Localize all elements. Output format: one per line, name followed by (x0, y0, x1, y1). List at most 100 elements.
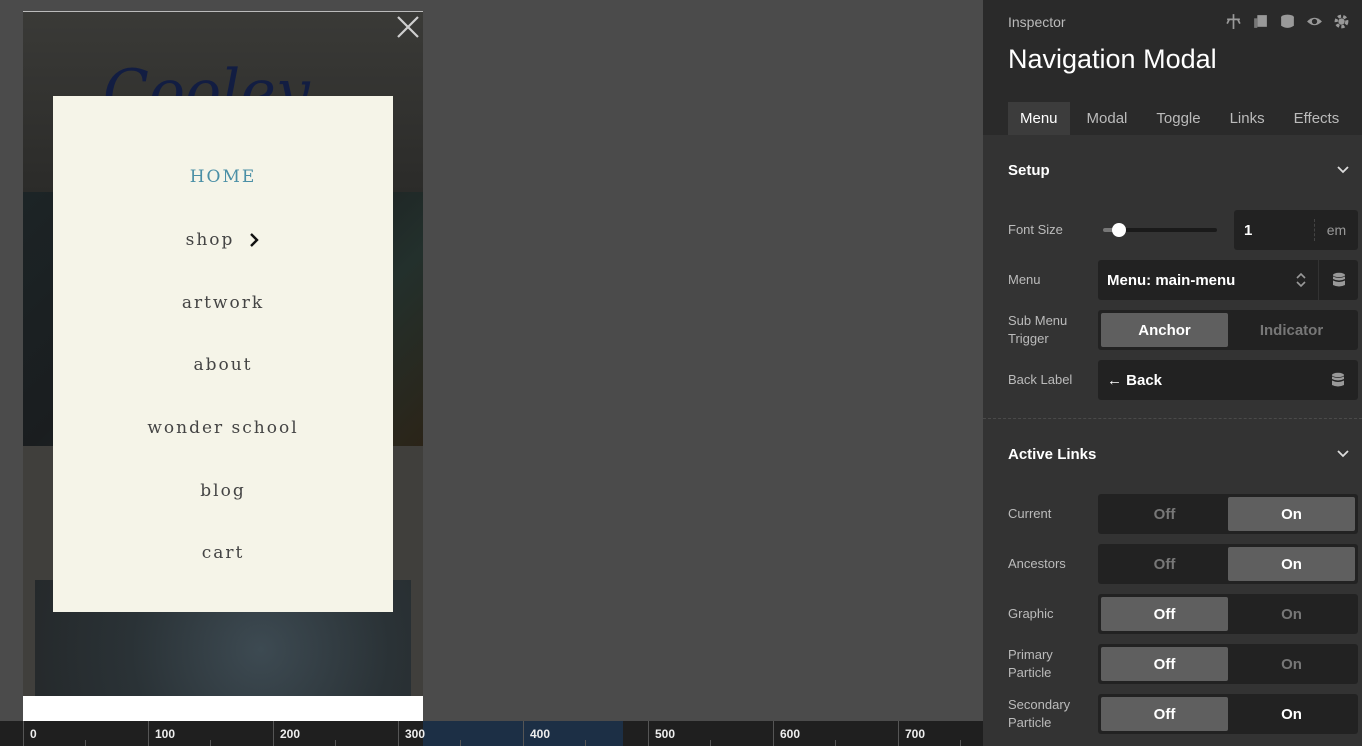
ruler-minor-tick (960, 740, 961, 746)
ruler-minor-tick (710, 740, 711, 746)
up-down-chevron-icon (1296, 272, 1306, 288)
back-label-value: ← Back (1107, 371, 1163, 389)
active-links-heading: Active Links (1008, 445, 1097, 463)
navigation-modal: HOME shop artwork about wonder school blog car… (53, 96, 393, 612)
ruler-label: 0 (30, 727, 37, 741)
font-size-label: Font Size (1008, 222, 1063, 237)
ancestors-on-option[interactable]: On (1228, 547, 1355, 581)
menu-select[interactable]: Menu: main-menu (1098, 260, 1358, 300)
ruler-major-tick (23, 721, 24, 746)
setup-section: Setup Font Size 1 em Menu Menu: main-men… (983, 135, 1362, 419)
ruler-label: 700 (905, 727, 926, 741)
menu-item-label: cart (201, 543, 245, 564)
ruler-major-tick (898, 721, 899, 746)
ruler-minor-tick (210, 740, 211, 746)
current-row: Current Off On (983, 489, 1362, 539)
menu-item-cart[interactable]: cart (53, 522, 393, 585)
tab-modal[interactable]: Modal (1075, 102, 1140, 135)
inspector-panel: Inspector Navigation Modal Menu Modal Togg… (983, 0, 1362, 746)
back-label-input[interactable]: ← Back (1098, 360, 1358, 400)
primary-particle-off-option[interactable]: Off (1101, 647, 1228, 681)
current-label: Current (1008, 506, 1052, 521)
modal-close-button[interactable] (393, 12, 423, 42)
tab-links[interactable]: Links (1218, 102, 1277, 135)
chevron-down-icon (1337, 166, 1349, 174)
builder-canvas: Cooley HOME shop artwork about wonder school… (0, 0, 983, 721)
ancestors-off-option[interactable]: Off (1101, 547, 1228, 581)
back-label-row: Back Label ← Back (983, 355, 1362, 405)
tab-effects[interactable]: Effects (1282, 102, 1352, 135)
current-on-option[interactable]: On (1228, 497, 1355, 531)
ruler-major-tick (773, 721, 774, 746)
database-icon[interactable] (1279, 13, 1296, 30)
back-label-dynamic-data-button[interactable] (1318, 372, 1358, 388)
ruler-minor-tick (460, 740, 461, 746)
setup-section-header[interactable]: Setup (983, 135, 1362, 205)
canvas-ruler[interactable]: 0 100 200 300 400 500 600 700 (0, 721, 983, 746)
mobile-preview: Cooley HOME shop artwork about wonder school… (23, 11, 423, 721)
inspector-toolbar (1225, 13, 1350, 30)
menu-item-artwork[interactable]: artwork (53, 271, 393, 334)
ruler-major-tick (148, 721, 149, 746)
graphic-off-option[interactable]: Off (1101, 597, 1228, 631)
graphic-label: Graphic (1008, 606, 1054, 621)
chevron-right-icon[interactable] (248, 232, 260, 248)
primary-particle-on-option[interactable]: On (1228, 647, 1355, 681)
font-size-unit[interactable]: em (1314, 219, 1358, 241)
menu-dynamic-data-button[interactable] (1318, 260, 1358, 300)
preview-footer-strip (23, 696, 423, 721)
secondary-particle-label: Secondary Particle (1008, 697, 1071, 730)
database-icon (1332, 372, 1344, 387)
secondary-particle-on-option[interactable]: On (1228, 697, 1355, 731)
active-links-section-header[interactable]: Active Links (983, 419, 1362, 489)
secondary-particle-row: Secondary Particle Off On (983, 689, 1362, 739)
tab-toggle[interactable]: Toggle (1144, 102, 1212, 135)
sub-menu-trigger-row: Sub Menu Trigger Anchor Indicator (983, 305, 1362, 355)
gear-icon[interactable] (1333, 13, 1350, 30)
menu-item-wonder-school[interactable]: wonder school (53, 397, 393, 460)
font-size-row: Font Size 1 em (983, 205, 1362, 255)
current-off-option[interactable]: Off (1101, 497, 1228, 531)
copy-icon[interactable] (1252, 13, 1269, 30)
active-links-rows: Current Off On Ancestors Off On Graphic Off On Pr… (983, 489, 1362, 739)
ruler-label: 400 (530, 727, 551, 741)
menu-item-shop[interactable]: shop (53, 209, 393, 272)
graphic-row: Graphic Off On (983, 589, 1362, 639)
sub-menu-trigger-indicator[interactable]: Indicator (1228, 313, 1355, 347)
element-title: Navigation Modal (1008, 44, 1217, 74)
primary-particle-label: Primary Particle (1008, 647, 1053, 680)
graphic-on-option[interactable]: On (1228, 597, 1355, 631)
menu-item-label: HOME (189, 167, 257, 188)
ruler-major-tick (648, 721, 649, 746)
font-size-slider[interactable] (1103, 210, 1217, 250)
database-icon (1332, 272, 1345, 287)
menu-item-label: blog (200, 480, 246, 501)
chevron-down-icon (1337, 450, 1349, 458)
ruler-minor-tick (835, 740, 836, 746)
inspector-label: Inspector (1008, 14, 1066, 30)
menu-label: Menu (1008, 272, 1041, 287)
ruler-label: 100 (155, 727, 176, 741)
primary-particle-row: Primary Particle Off On (983, 639, 1362, 689)
secondary-particle-off-option[interactable]: Off (1101, 697, 1228, 731)
ruler-minor-tick (585, 740, 586, 746)
sub-menu-trigger-anchor[interactable]: Anchor (1101, 313, 1228, 347)
ruler-label: 300 (405, 727, 426, 741)
modal-menu: HOME shop artwork about wonder school blog car… (53, 96, 393, 585)
tab-menu[interactable]: Menu (1008, 102, 1070, 135)
menu-item-blog[interactable]: blog (53, 459, 393, 522)
font-size-input[interactable]: 1 em (1234, 210, 1358, 250)
font-size-value: 1 (1244, 221, 1253, 239)
eye-icon[interactable] (1306, 13, 1323, 30)
pin-icon[interactable] (1225, 13, 1242, 30)
graphic-toggle: Off On (1098, 594, 1358, 634)
ruler-label: 200 (280, 727, 301, 741)
back-label-label: Back Label (1008, 372, 1073, 387)
inspector-header: Inspector Navigation Modal Menu Modal Togg… (983, 0, 1362, 135)
ancestors-row: Ancestors Off On (983, 539, 1362, 589)
menu-item-home[interactable]: HOME (53, 146, 393, 209)
slider-thumb[interactable] (1111, 223, 1126, 237)
menu-item-about[interactable]: about (53, 334, 393, 397)
ruler-label: 500 (655, 727, 676, 741)
primary-particle-toggle: Off On (1098, 644, 1358, 684)
